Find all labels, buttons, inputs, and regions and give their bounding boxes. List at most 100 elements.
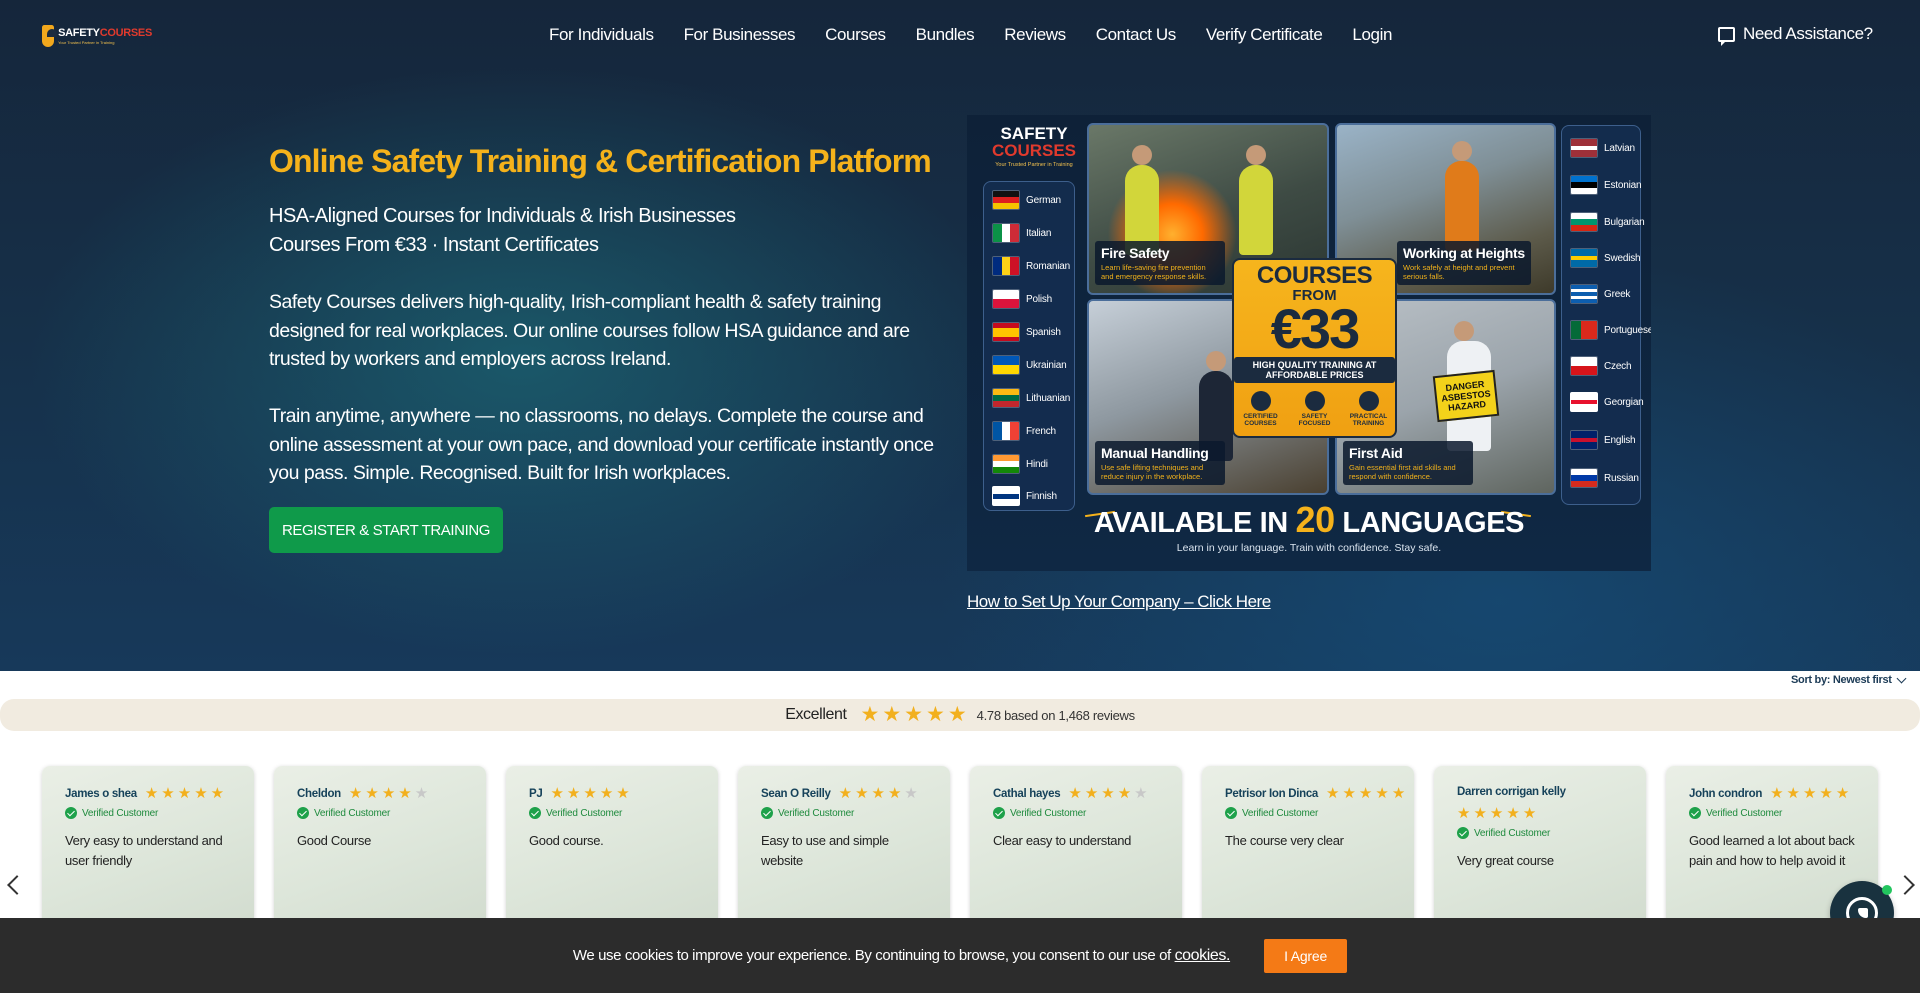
main-nav: For Individuals For Businesses Courses B… <box>549 25 1422 45</box>
star-icon: ★ <box>904 703 923 726</box>
nav-for-individuals[interactable]: For Individuals <box>549 25 654 45</box>
star-icon: ★ <box>177 785 192 802</box>
site-logo[interactable]: SAFETYCOURSES Your Trusted Partner in Tr… <box>42 24 152 48</box>
check-circle-icon <box>529 807 541 819</box>
price-badge: COURSES FROM €33 HIGH QUALITY TRAINING A… <box>1232 258 1397 438</box>
reviewer-name: James o shea <box>65 787 137 800</box>
available-in-text: AVAILABLE IN <box>1093 507 1288 539</box>
star-icon: ★ <box>1819 785 1833 802</box>
star-icon: ★ <box>348 785 363 802</box>
verified-badge: Verified Customer <box>65 807 254 819</box>
promo-logo: SAFETY COURSES Your Trusted Partner in T… <box>985 125 1083 177</box>
hero-subtitle: HSA-Aligned Courses for Individuals & Ir… <box>269 202 736 260</box>
price-badge-price: €33 <box>1270 297 1360 360</box>
logo-text-accent: COURSES <box>99 26 153 39</box>
reviewer-name: Cheldon <box>297 787 341 800</box>
nav-for-businesses[interactable]: For Businesses <box>684 25 796 45</box>
star-icon: ★ <box>1835 785 1850 802</box>
review-text: Clear easy to understand <box>993 833 1132 848</box>
star-icon: ★ <box>904 785 918 802</box>
star-icon: ★ <box>871 785 885 802</box>
nav-bundles[interactable]: Bundles <box>916 25 975 45</box>
fire-safety-desc: Learn life-saving fire prevention and em… <box>1101 263 1207 281</box>
available-languages-subtitle: Learn in your language. Train with confi… <box>1176 542 1442 554</box>
check-circle-icon <box>1225 807 1237 819</box>
star-icon: ★ <box>926 703 945 726</box>
poland-flag-icon <box>992 289 1020 309</box>
star-icon: ★ <box>1134 785 1148 802</box>
star-icon: ★ <box>144 785 159 802</box>
rating-summary-text: 4.78 based on 1,468 reviews <box>976 707 1135 723</box>
sort-by-dropdown[interactable]: Sort by: Newest first <box>1791 673 1907 686</box>
star-icon: ★ <box>550 785 564 802</box>
promo-logo-tagline: Your Trusted Partner in Training <box>995 162 1073 168</box>
verified-badge: Verified Customer <box>1225 807 1414 819</box>
chat-bubble-icon <box>1718 26 1735 46</box>
greece-flag-icon <box>1570 284 1598 304</box>
review-stars: ★ ★ ★ ★ ★ <box>1068 786 1147 801</box>
nav-courses[interactable]: Courses <box>825 25 886 45</box>
manual-handling-desc: Use safe lifting techniques and reduce i… <box>1101 463 1204 481</box>
star-icon: ★ <box>887 785 902 802</box>
italy-flag-icon <box>992 223 1020 243</box>
need-assistance-label: Need Assistance? <box>1743 24 1873 43</box>
verified-label: Verified Customer <box>778 807 855 819</box>
carousel-prev-arrow-icon[interactable] <box>7 875 27 895</box>
language-item: Estonian <box>1570 175 1642 195</box>
chevron-down-icon <box>1896 673 1907 683</box>
people-icon <box>1358 391 1379 411</box>
review-card: Darren corrigan kelly ★ ★ ★ ★ ★ Verified Custo… <box>1434 766 1646 926</box>
nav-verify-certificate[interactable]: Verify Certificate <box>1206 25 1323 45</box>
hero-paragraph-2: Train anytime, anywhere — no classrooms,… <box>269 405 934 484</box>
language-item: Latvian <box>1570 138 1635 158</box>
cookie-agree-button[interactable]: I Agree <box>1264 938 1348 973</box>
review-stars: ★ ★ ★ ★ ★ <box>1457 806 1536 821</box>
latvia-flag-icon <box>1570 138 1598 158</box>
need-assistance-button[interactable]: Need Assistance? <box>1718 24 1873 46</box>
nav-login[interactable]: Login <box>1352 25 1392 45</box>
star-icon: ★ <box>210 785 225 802</box>
review-text: Good course. <box>529 833 604 848</box>
verified-label: Verified Customer <box>82 807 159 819</box>
cookies-policy-link[interactable]: cookies. <box>1175 947 1231 964</box>
language-item: Greek <box>1570 284 1630 304</box>
georgia-flag-icon <box>1570 392 1598 412</box>
lithuania-flag-icon <box>992 388 1020 408</box>
language-item: Spanish <box>992 322 1061 342</box>
register-start-training-button[interactable]: REGISTER & START TRAINING <box>269 507 503 553</box>
rating-summary-bar: Excellent ★ ★ ★ ★ ★ 4.78 based on 1,468 revi… <box>0 699 1920 731</box>
nav-reviews[interactable]: Reviews <box>1004 25 1066 45</box>
star-icon: ★ <box>1770 785 1784 802</box>
nav-contact-us[interactable]: Contact Us <box>1096 25 1176 45</box>
rating-summary-stars: ★ ★ ★ ★ ★ <box>860 703 967 726</box>
verified-badge: Verified Customer <box>529 807 718 819</box>
languages-right-list: Latvian Estonian Bulgarian Swedish Greek… <box>1561 125 1651 505</box>
promo-logo-line-2: COURSES <box>991 141 1077 160</box>
promo-logo-line-1: SAFETY <box>1000 124 1068 143</box>
spain-flag-icon <box>992 322 1020 342</box>
estonia-flag-icon <box>1570 175 1598 195</box>
cookie-text: We use cookies to improve your experienc… <box>572 946 1171 964</box>
review-stars: ★ ★ ★ ★ ★ <box>550 786 629 801</box>
germany-flag-icon <box>992 190 1020 210</box>
star-icon: ★ <box>1786 785 1800 802</box>
languages-left-list: German Italian Romanian Polish Spanish U… <box>983 181 1075 511</box>
language-item: Georgian <box>1570 392 1644 412</box>
star-icon: ★ <box>414 785 429 802</box>
star-icon: ★ <box>860 703 880 726</box>
verified-label: Verified Customer <box>1010 807 1087 819</box>
star-icon: ★ <box>947 703 967 726</box>
review-text: Good Course <box>297 833 372 848</box>
star-icon: ★ <box>583 785 597 802</box>
hero-section: SAFETYCOURSES Your Trusted Partner in Tr… <box>0 0 1920 671</box>
review-card: Petrisor Ion Dinca ★ ★ ★ ★ ★ Verified Customer… <box>1202 766 1414 926</box>
language-item: Swedish <box>1570 248 1641 268</box>
review-text: Good learned a lot about back pain and h… <box>1689 833 1855 868</box>
hero-subtitle-line-1: HSA-Aligned Courses for Individuals & Ir… <box>269 205 736 227</box>
hero-subtitle-line-2: Courses From €33 · Instant Certificates <box>269 234 599 256</box>
carousel-next-arrow-icon[interactable] <box>1895 875 1915 895</box>
star-icon: ★ <box>1473 805 1487 822</box>
russia-flag-icon <box>1570 468 1598 488</box>
star-icon: ★ <box>855 785 869 802</box>
company-setup-link[interactable]: How to Set Up Your Company – Click Here <box>967 592 1271 612</box>
